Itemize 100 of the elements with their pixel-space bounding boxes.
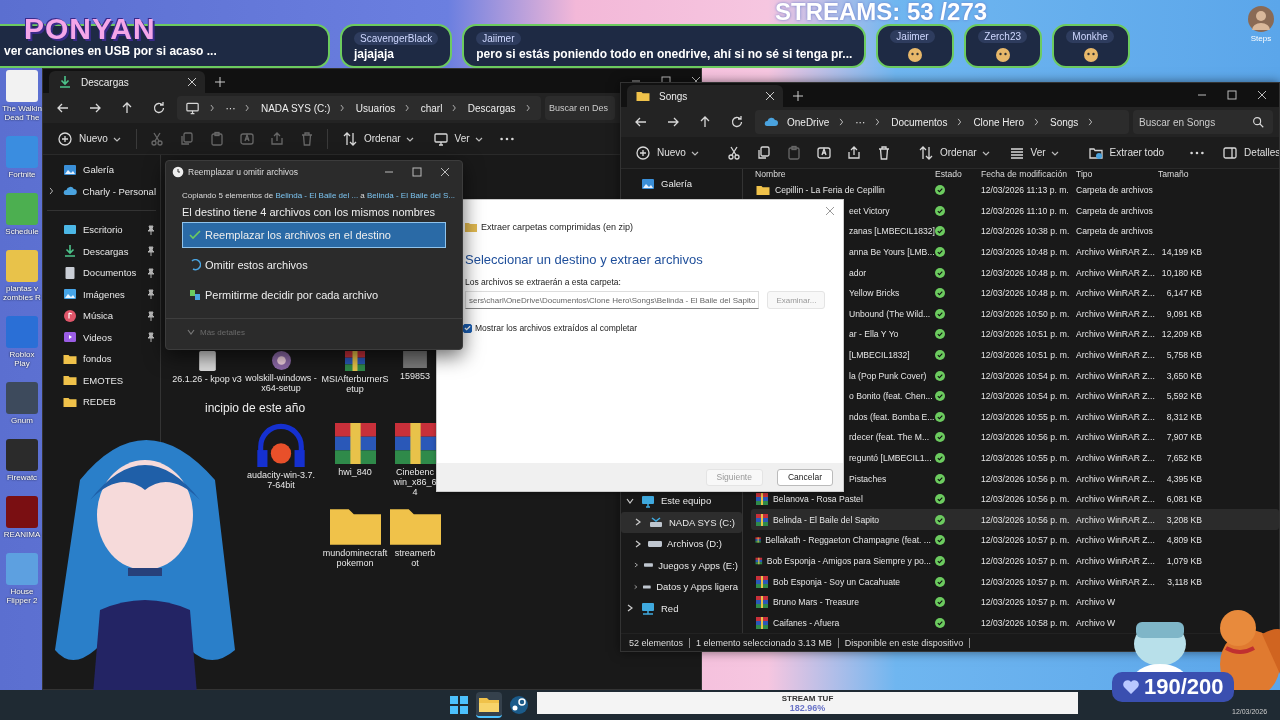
tree-item[interactable]: Juegos y Apps (E:): [621, 554, 742, 576]
new-tab-icon[interactable]: [793, 91, 803, 101]
column-header[interactable]: Tamaño: [1154, 169, 1206, 180]
dialog-option[interactable]: Permitirme decidir por cada archivo: [182, 282, 446, 308]
file-name[interactable]: MSIAfterburnerS etup: [319, 374, 391, 394]
new-button[interactable]: Nuevo: [627, 140, 708, 165]
sidebar-item[interactable]: fondos: [43, 348, 160, 370]
address-bar[interactable]: ··· NADA SYS (C:) Usuarios charl Descargas: [177, 96, 541, 120]
file-name[interactable]: ar - Ella Y Yo: [849, 329, 899, 340]
file-name[interactable]: Belinda - El Baile del Sapito: [773, 514, 880, 525]
file-name[interactable]: rdecer (feat. The M...: [849, 432, 930, 443]
sort-button[interactable]: Ordenar: [909, 140, 999, 165]
chevron-right-icon[interactable]: [633, 538, 643, 549]
view-button[interactable]: Ver: [424, 126, 492, 151]
sidebar-item[interactable]: Imágenes: [43, 283, 160, 305]
file-name[interactable]: Bellakath - Reggaeton Champagne (feat. ...: [765, 535, 931, 546]
shortcut-label[interactable]: Firewatc: [1, 473, 43, 482]
breadcrumb-item[interactable]: Clone Hero: [973, 116, 1024, 128]
column-header[interactable]: Tipo: [1072, 169, 1154, 180]
column-header[interactable]: Fecha de modificación: [977, 169, 1072, 180]
address-bar[interactable]: OneDrive ··· Documentos Clone Hero Songs: [755, 110, 1129, 134]
ellipsis-button[interactable]: ···: [225, 102, 236, 114]
file-name[interactable]: Pistaches: [849, 473, 887, 484]
file-name[interactable]: Bob Esponja - Amigos para Siempre y po...: [766, 555, 931, 566]
file-explorer-button[interactable]: [476, 692, 502, 718]
search-field[interactable]: Buscar en Songs: [1133, 110, 1273, 134]
file-name[interactable]: 26.1.26 - kpop v3: [171, 374, 243, 384]
path-field[interactable]: sers\charl\OneDrive\Documentos\Clone Hero\Songs\Belinda - El Baile del Sapito: [465, 291, 760, 309]
sidebar-item[interactable]: Videos: [43, 326, 160, 348]
sidebar-item[interactable]: EMOTES: [43, 369, 160, 391]
breadcrumb-item[interactable]: NADA SYS (C:): [260, 102, 331, 114]
breadcrumb-item[interactable]: charl: [420, 102, 443, 114]
source-folder-link[interactable]: Belinda - El Baile del ...: [275, 191, 359, 200]
file-name[interactable]: ndos (feat. Bomba E...: [849, 411, 935, 422]
file-name[interactable]: hwi_840: [319, 467, 391, 477]
cancel-button[interactable]: Cancelar: [776, 468, 833, 486]
search-field[interactable]: Buscar en Des: [545, 96, 615, 120]
close-icon[interactable]: [765, 91, 775, 101]
close-icon[interactable]: [440, 167, 450, 177]
file-name[interactable]: Bruno Mars - Treasure: [773, 597, 859, 608]
shortcut-label[interactable]: House Flipper 2: [1, 587, 43, 605]
sidebar-item[interactable]: Documentos: [43, 262, 160, 284]
sidebar-item[interactable]: Galería: [43, 159, 160, 181]
file-name[interactable]: Caifanes - Afuera: [773, 617, 840, 628]
ellipsis-button[interactable]: ···: [855, 116, 866, 128]
window-tab[interactable]: Descargas: [49, 71, 205, 93]
file-name[interactable]: wolskill-windows -x64-setup: [245, 373, 317, 393]
breadcrumb-item[interactable]: Songs: [1050, 116, 1079, 128]
tree-item[interactable]: Red: [621, 597, 742, 619]
sidebar-item[interactable]: REDEB: [43, 391, 160, 413]
column-header[interactable]: Nombre: [751, 169, 931, 180]
shortcut-label[interactable]: REANIMA: [1, 530, 43, 539]
sidebar-item[interactable]: Escritorio: [43, 219, 160, 241]
file-name[interactable]: zanas [LMBECIL1832]: [849, 226, 935, 237]
tree-item[interactable]: Datos y Apps ligera: [621, 576, 742, 598]
file-name[interactable]: reguntó [LMBECIL1...: [849, 452, 932, 463]
file-name[interactable]: Yellow Bricks: [849, 288, 900, 299]
file-name[interactable]: 159853: [393, 371, 437, 381]
shortcut-label[interactable]: The Walkin Dead The: [1, 104, 43, 122]
file-name[interactable]: streamerbot: [393, 548, 437, 568]
file-name[interactable]: mundominecraft pokemon: [319, 548, 391, 568]
breadcrumb-item[interactable]: Descargas: [467, 102, 516, 114]
close-icon[interactable]: [1257, 90, 1267, 100]
dialog-option[interactable]: Reemplazar los archivos en el destino: [182, 222, 446, 248]
dialog-option[interactable]: Omitir estos archivos: [182, 252, 446, 278]
shortcut-label[interactable]: Gnum: [1, 416, 43, 425]
extract-all-button[interactable]: Extraer todo: [1079, 140, 1173, 165]
shortcut-label[interactable]: Schedule: [1, 227, 43, 236]
shortcut-label[interactable]: Fortnite: [1, 170, 43, 179]
maximize-icon[interactable]: [1227, 90, 1237, 100]
chevron-right-icon[interactable]: [625, 603, 635, 614]
sidebar-item[interactable]: Galería: [621, 173, 742, 195]
file-name[interactable]: Cepillin - La Feria de Cepillin: [775, 185, 885, 196]
shortcut-label[interactable]: Roblox Play: [1, 350, 43, 368]
file-name[interactable]: eet Victory: [849, 205, 890, 216]
tree-item[interactable]: Archivos (D:): [621, 533, 742, 555]
file-name[interactable]: la (Pop Punk Cover): [849, 370, 927, 381]
close-icon[interactable]: [187, 77, 197, 87]
maximize-icon[interactable]: [412, 167, 422, 177]
window-tab[interactable]: Songs: [627, 85, 783, 107]
file-name[interactable]: ador: [849, 267, 867, 278]
breadcrumb-item[interactable]: Documentos: [891, 116, 948, 128]
file-name[interactable]: o Bonito (feat. Chen...: [849, 391, 933, 402]
sidebar-item[interactable]: Charly - Personal: [43, 180, 160, 202]
shortcut-label[interactable]: plantas v zombies R: [1, 284, 43, 302]
file-name[interactable]: audacity-win-3.7. 7-64bit: [245, 470, 317, 490]
sidebar-item[interactable]: Descargas: [43, 240, 160, 262]
details-button[interactable]: Detalles: [1214, 140, 1279, 165]
sidebar-item[interactable]: Música: [43, 305, 160, 327]
file-name[interactable]: Unbound (The Wild...: [849, 308, 931, 319]
tree-item[interactable]: Este equipo: [621, 490, 742, 512]
target-folder-link[interactable]: Belinda - El Baile del S...: [367, 191, 456, 200]
sort-button[interactable]: Ordenar: [333, 126, 423, 151]
file-name[interactable]: anna Be Yours [LMB...: [849, 247, 935, 257]
view-button[interactable]: Ver: [1000, 140, 1068, 165]
file-name[interactable]: Cinebenc win_x86_64: [393, 467, 437, 497]
column-header[interactable]: Estado: [931, 169, 977, 180]
new-button[interactable]: Nuevo: [49, 126, 130, 151]
tree-item[interactable]: NADA SYS (C:): [621, 511, 742, 533]
chevron-right-icon[interactable]: [633, 517, 643, 528]
